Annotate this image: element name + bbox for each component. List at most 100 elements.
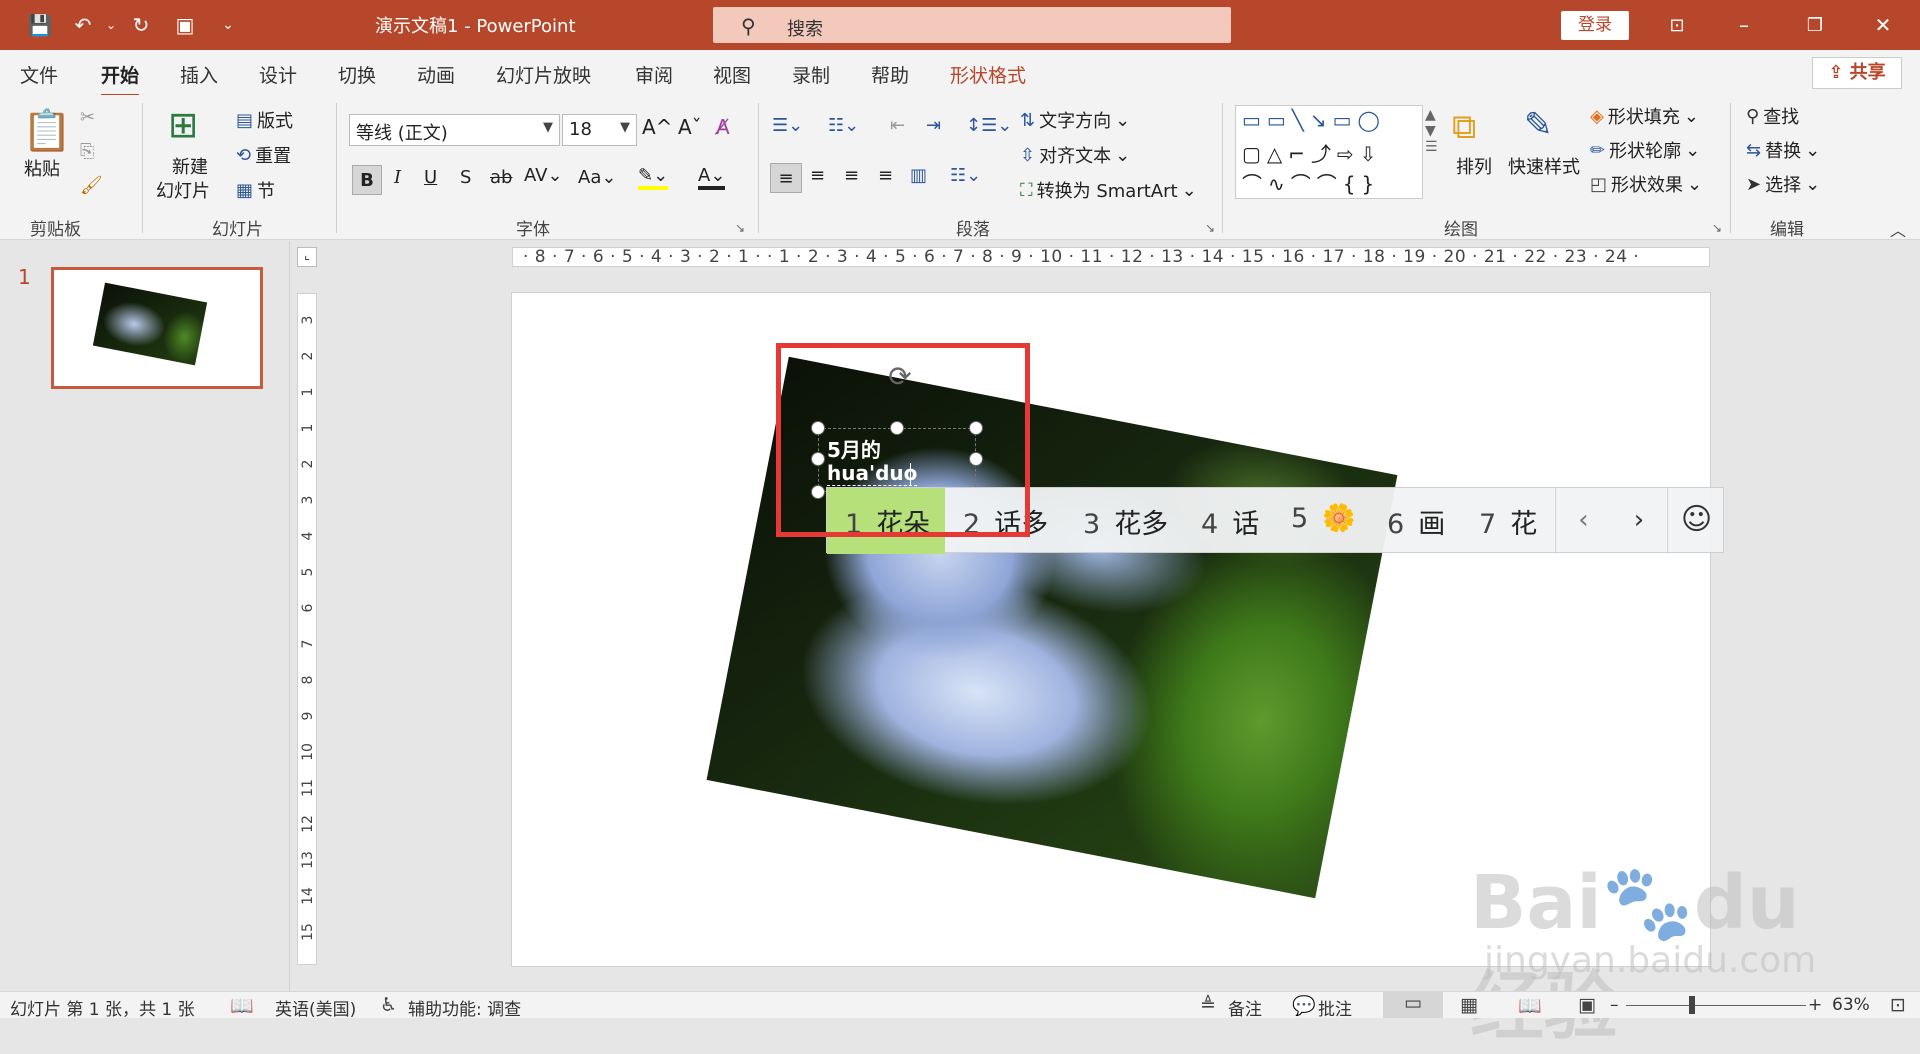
accessibility-icon[interactable]: ♿ <box>380 994 397 1016</box>
change-case-button[interactable]: Aa⌄ <box>578 167 616 188</box>
dialog-launcher-icon[interactable]: ↘ <box>735 221 745 235</box>
zoom-slider[interactable] <box>1626 1005 1806 1006</box>
tab-view[interactable]: 视图 <box>713 61 751 88</box>
text-direction-button[interactable]: ⇅ 文字方向 ⌄ <box>1020 107 1130 133</box>
new-slide-label-2[interactable]: 幻灯片 <box>156 177 210 203</box>
zoom-slider-thumb[interactable] <box>1689 996 1695 1014</box>
ribbon-display-icon[interactable]: ⊡ <box>1662 10 1692 40</box>
ime-next-page-icon[interactable]: › <box>1611 488 1667 554</box>
distributed-icon[interactable]: ▥ <box>910 165 927 186</box>
numbering-icon[interactable]: ☷⌄ <box>828 115 859 136</box>
reading-view-icon[interactable]: 📖 <box>1518 994 1542 1017</box>
shape-fill-button[interactable]: ◈ 形状填充 ⌄ <box>1590 103 1699 129</box>
ime-candidate[interactable]: 4话 <box>1201 502 1259 541</box>
tab-insert[interactable]: 插入 <box>180 61 218 88</box>
layout-button[interactable]: ▤ 版式 <box>236 107 293 133</box>
gallery-scroll-icon[interactable]: ▲ ▼ ☰ <box>1425 107 1438 155</box>
bold-button[interactable]: B <box>352 165 382 195</box>
tab-shape-format[interactable]: 形状格式 <box>950 61 1026 88</box>
increase-indent-icon[interactable]: ⇥ <box>926 115 941 136</box>
select-button[interactable]: ➤ 选择 ⌄ <box>1746 171 1820 197</box>
notes-button[interactable]: 备注 <box>1228 995 1262 1020</box>
collapse-ribbon-icon[interactable]: ︿ <box>1890 217 1906 241</box>
section-button[interactable]: ▦ 节 <box>236 177 275 203</box>
quick-styles-button[interactable]: 快速样式 <box>1508 153 1580 179</box>
cut-icon[interactable]: ✂ <box>80 107 95 128</box>
smartart-button[interactable]: ⛶ 转换为 SmartArt ⌄ <box>1020 177 1197 203</box>
ime-candidate[interactable]: 5 🌼 <box>1291 502 1356 534</box>
grow-font-icon[interactable]: A^ <box>642 115 672 139</box>
spellcheck-icon[interactable]: 📖 <box>230 994 254 1017</box>
present-icon[interactable]: ▣ <box>170 10 200 40</box>
font-name-select[interactable]: 等线 (正文) ▼ <box>349 114 560 146</box>
find-button[interactable]: ⚲ 查找 <box>1746 103 1799 129</box>
reset-button[interactable]: ⟲ 重置 <box>236 142 291 168</box>
vertical-ruler[interactable]: 3 2 1 1 2 3 4 5 6 7 8 9 10 11 12 13 14 15 <box>297 293 317 965</box>
zoom-level[interactable]: 63% <box>1832 995 1870 1015</box>
align-right-button[interactable]: ≡ <box>844 165 859 186</box>
paste-button[interactable]: 粘贴 <box>24 155 60 181</box>
align-left-button[interactable]: ≡ <box>770 163 802 193</box>
arrange-icon[interactable]: ⧉ <box>1452 107 1476 147</box>
tab-record[interactable]: 录制 <box>792 61 830 88</box>
comments-button[interactable]: 批注 <box>1318 995 1352 1020</box>
bullets-icon[interactable]: ☰⌄ <box>772 115 803 136</box>
shape-effects-button[interactable]: ◰ 形状效果 ⌄ <box>1590 171 1702 197</box>
font-size-select[interactable]: 18 ▼ <box>562 114 637 146</box>
quick-styles-icon[interactable]: ✎ <box>1524 105 1553 145</box>
horizontal-ruler[interactable]: · 8 · 7 · 6 · 5 · 4 · 3 · 2 · 1 · · 1 · … <box>512 247 1710 267</box>
replace-button[interactable]: ⇆ 替换 ⌄ <box>1746 137 1820 163</box>
slide-sorter-icon[interactable]: ▦ <box>1460 994 1478 1016</box>
login-button[interactable]: 登录 <box>1561 11 1629 40</box>
align-center-button[interactable]: ≡ <box>810 165 825 186</box>
undo-dropdown-icon[interactable]: ⌄ <box>96 10 126 40</box>
share-button[interactable]: ⇪ 共享 <box>1812 57 1902 89</box>
tab-design[interactable]: 设计 <box>259 61 297 88</box>
tab-slideshow[interactable]: 幻灯片放映 <box>496 61 591 88</box>
clear-format-icon[interactable]: A̸ <box>716 115 730 139</box>
accessibility-status[interactable]: 辅助功能: 调查 <box>408 995 521 1020</box>
copy-icon[interactable]: ⎘ <box>80 141 94 162</box>
save-icon[interactable]: 💾 <box>25 10 55 40</box>
new-slide-icon[interactable]: ⊞ <box>168 105 198 146</box>
close-icon[interactable]: ✕ <box>1868 10 1898 40</box>
shapes-gallery[interactable]: ▭▭╲↘▭◯ ▢△⌐⤴⇨⇩ ⌒∿⌒⌒{} <box>1235 105 1423 199</box>
justify-button[interactable]: ≡ <box>878 165 893 186</box>
tab-animations[interactable]: 动画 <box>417 61 455 88</box>
format-painter-icon[interactable]: 🖌 <box>80 175 103 196</box>
shape-outline-button[interactable]: ✏ 形状轮廓 ⌄ <box>1590 137 1700 163</box>
tab-help[interactable]: 帮助 <box>871 61 909 88</box>
language-status[interactable]: 英语(美国) <box>275 995 356 1020</box>
redo-icon[interactable]: ↻ <box>126 10 156 40</box>
new-slide-label-1[interactable]: 新建 <box>172 153 208 179</box>
notes-icon[interactable]: ≜ <box>1200 994 1216 1016</box>
ime-candidate[interactable]: 3 花多 <box>1083 502 1168 541</box>
zoom-out-button[interactable]: – <box>1610 995 1619 1015</box>
ime-prev-page-icon[interactable]: ‹ <box>1555 488 1611 554</box>
tab-home[interactable]: 开始 <box>101 61 140 97</box>
ime-candidate[interactable]: 6画 <box>1387 502 1445 541</box>
arrange-button[interactable]: 排列 <box>1456 153 1492 179</box>
zoom-in-button[interactable]: + <box>1808 995 1822 1015</box>
slideshow-icon[interactable]: ▣ <box>1578 994 1596 1016</box>
highlight-icon[interactable]: ✎⌄ <box>638 165 669 190</box>
decrease-indent-icon[interactable]: ⇤ <box>890 115 905 136</box>
tab-file[interactable]: 文件 <box>20 61 58 88</box>
tab-transitions[interactable]: 切换 <box>338 61 376 88</box>
normal-view-icon[interactable]: ▭ <box>1383 992 1443 1018</box>
search-input[interactable]: ⚲ 搜索 <box>713 7 1231 43</box>
line-spacing-icon[interactable]: ↕☰⌄ <box>966 115 1012 136</box>
ime-emoji-icon[interactable]: ☺ <box>1667 488 1725 554</box>
slide-thumbnail[interactable] <box>51 267 263 389</box>
paste-icon[interactable]: 📋 <box>22 107 72 154</box>
char-spacing-button[interactable]: AV⌄ <box>524 165 563 186</box>
dialog-launcher-icon[interactable]: ↘ <box>1712 221 1722 235</box>
strikethrough-button[interactable]: ab <box>490 167 512 188</box>
undo-icon[interactable]: ↶ <box>68 10 98 40</box>
tab-selector[interactable]: ⌞ <box>297 247 317 267</box>
columns-icon[interactable]: ☷⌄ <box>950 165 981 186</box>
restore-icon[interactable]: ❐ <box>1800 10 1830 40</box>
comments-icon[interactable]: 💬 <box>1292 994 1316 1017</box>
align-text-button[interactable]: ⇳ 对齐文本 ⌄ <box>1020 142 1130 168</box>
dialog-launcher-icon[interactable]: ↘ <box>1205 221 1215 235</box>
